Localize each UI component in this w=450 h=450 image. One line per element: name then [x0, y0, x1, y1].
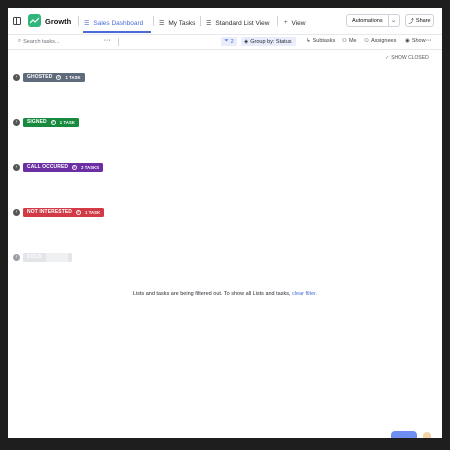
assignees-button[interactable]: ⚇ Assignees — [364, 38, 396, 44]
show-button[interactable]: ◉ Show — [405, 38, 426, 44]
search-placeholder: Search tasks... — [23, 38, 60, 45]
plus-icon: + — [284, 20, 288, 26]
help-widget[interactable] — [423, 432, 431, 438]
tab-label: Standard List View — [215, 19, 270, 27]
task-count: 1 TASK — [59, 119, 75, 125]
status-pill[interactable]: GHOSTED ✓ 1 TASK — [23, 72, 85, 82]
status-name: NOT INTERESTED — [27, 209, 73, 215]
me-label: Me — [348, 38, 357, 44]
show-label: Show — [411, 38, 426, 44]
group-by-button[interactable]: ◈ Group by: Status — [241, 37, 296, 46]
filter-icon: ⏷ — [224, 38, 229, 44]
status-name: CALL OCCURED — [27, 164, 69, 170]
check-icon: ✓ — [385, 55, 390, 61]
clear-filter-link[interactable]: clear filter. — [292, 291, 317, 297]
chevron-right-icon[interactable]: › — [13, 208, 20, 216]
space-name[interactable]: Growth — [45, 17, 71, 26]
status-group-not-interested: › NOT INTERESTED ✓ 1 TASK — [13, 207, 105, 217]
eye-icon: ◉ — [405, 38, 410, 44]
check-circle-icon: ✓ — [50, 119, 56, 125]
status-group-ghosted: › GHOSTED ✓ 1 TASK — [13, 72, 85, 82]
status-pill[interactable]: NOT INTERESTED ✓ 1 TASK — [23, 207, 105, 217]
assignees-label: Assignees — [370, 38, 397, 44]
subtasks-icon: ↳ — [306, 38, 311, 44]
header-divider — [78, 16, 79, 26]
chevron-down-icon[interactable]: ⌄ — [391, 17, 396, 24]
more-dots-icon: ··· — [104, 38, 111, 44]
list-icon: ☰ — [84, 20, 90, 27]
header-divider — [153, 16, 154, 26]
share-icon: ⤴ — [408, 18, 414, 25]
share-button[interactable]: ⤴ Share — [405, 14, 434, 27]
tab-label: Sales Dashboard — [93, 19, 144, 27]
chevron-right-icon[interactable]: › — [13, 163, 20, 171]
task-count: 2 TASKS — [81, 164, 100, 170]
show-closed-button[interactable]: ✓ SHOW CLOSED — [385, 55, 429, 61]
status-pill[interactable]: SIGNED ✓ 1 TASK — [23, 117, 79, 127]
add-task-button[interactable] — [391, 431, 417, 438]
filtered-out-message: Lists and tasks are being filtered out. … — [8, 291, 442, 297]
filter-count: 2 — [230, 38, 234, 45]
add-view-button[interactable]: + View — [284, 14, 306, 32]
show-closed-label: SHOW CLOSED — [391, 55, 429, 61]
status-name: SIGNED — [27, 119, 47, 125]
header-divider — [277, 16, 278, 26]
check-circle-icon: ✓ — [76, 209, 82, 215]
status-group-cold: › COLD — [13, 252, 72, 262]
automations-label: Automations — [352, 17, 383, 24]
tab-sales-dashboard[interactable]: ☰ Sales Dashboard — [84, 14, 143, 32]
chevron-right-icon[interactable]: › — [13, 118, 20, 126]
active-tab-indicator — [83, 31, 151, 33]
layers-icon: ◈ — [244, 38, 249, 45]
chevron-right-icon[interactable]: › — [13, 253, 20, 261]
tab-label: My Tasks — [168, 19, 196, 27]
list-icon: ☰ — [159, 20, 165, 27]
app-window: Growth ☰ Sales Dashboard ☰ My Tasks ☰ St… — [8, 8, 442, 438]
task-count: 1 TASK — [85, 209, 101, 215]
search-options-button[interactable]: ··· — [104, 38, 111, 44]
status-group-signed: › SIGNED ✓ 1 TASK — [13, 117, 79, 127]
share-label: Share — [415, 17, 431, 24]
chevron-right-icon[interactable]: › — [13, 73, 20, 81]
search-icon: ⌕ — [18, 38, 22, 44]
me-filter-button[interactable]: ⚇ Me — [342, 38, 357, 44]
users-icon: ⚇ — [364, 38, 369, 44]
toolbar-more-button[interactable]: ··· — [426, 38, 432, 44]
filter-button[interactable]: ⏷ 2 — [221, 37, 237, 46]
status-name: COLD — [27, 254, 42, 260]
view-header: Growth ☰ Sales Dashboard ☰ My Tasks ☰ St… — [8, 8, 442, 34]
subtasks-label: Subtasks — [312, 38, 336, 44]
check-circle-icon: ✓ — [72, 164, 78, 170]
automations-button[interactable]: Automations ⌄ — [346, 14, 400, 27]
tab-standard-list-view[interactable]: ☰ Standard List View — [206, 14, 269, 32]
space-logo — [28, 14, 41, 27]
group-by-label: Group by: Status — [250, 38, 292, 45]
button-divider — [388, 15, 389, 26]
sidebar-toggle-icon[interactable] — [13, 17, 21, 25]
toolbar: ⌕ Search tasks... ··· ⏷ 2 ◈ Group by: St… — [8, 34, 442, 50]
add-view-label: View — [291, 19, 306, 27]
status-name: GHOSTED — [27, 74, 53, 80]
toolbar-divider — [118, 38, 119, 46]
subtasks-button[interactable]: ↳ Subtasks — [306, 38, 335, 44]
user-icon: ⚇ — [342, 38, 347, 44]
check-circle-icon: ✓ — [56, 74, 62, 80]
more-dots-icon: ··· — [426, 38, 432, 44]
tab-my-tasks[interactable]: ☰ My Tasks — [159, 14, 195, 32]
empty-message-text: Lists and tasks are being filtered out. … — [132, 291, 293, 297]
task-count: 1 TASK — [65, 74, 81, 80]
header-divider — [200, 16, 201, 26]
status-pill[interactable]: COLD — [23, 252, 72, 262]
status-group-call-occured: › CALL OCCURED ✓ 2 TASKS — [13, 162, 104, 172]
search-input[interactable]: ⌕ Search tasks... — [18, 38, 59, 45]
list-icon: ☰ — [206, 20, 212, 27]
task-count-placeholder — [45, 252, 68, 262]
status-pill[interactable]: CALL OCCURED ✓ 2 TASKS — [23, 162, 104, 172]
